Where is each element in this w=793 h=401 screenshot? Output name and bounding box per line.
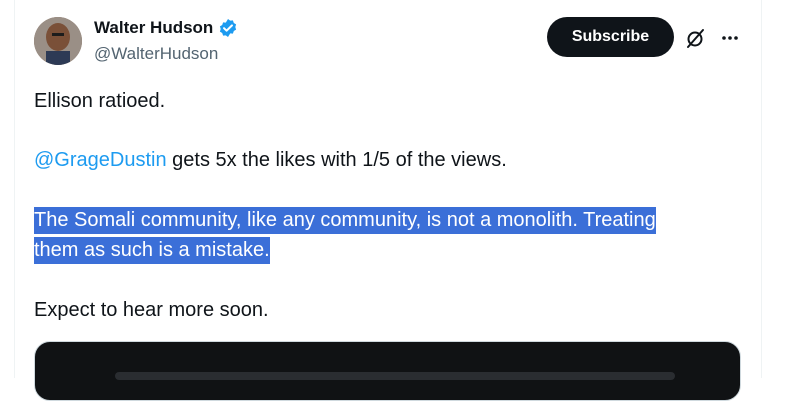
tweet-text-line: Ellison ratioed. bbox=[34, 90, 166, 112]
author-name[interactable]: Walter Hudson bbox=[94, 18, 213, 38]
selected-text: The Somali community, like any community… bbox=[34, 205, 656, 265]
selected-text-line: them as such is a mistake. bbox=[34, 237, 270, 264]
author-name-row[interactable]: Walter Hudson bbox=[94, 18, 238, 38]
tweet-text-line: Expect to hear more soon. bbox=[34, 299, 269, 321]
subscribe-button[interactable]: Subscribe bbox=[547, 17, 674, 57]
tweet-text-line: @GrageDustin gets 5x the likes with 1/5 … bbox=[34, 145, 507, 175]
media-preview bbox=[115, 372, 675, 380]
avatar[interactable] bbox=[34, 17, 82, 65]
verified-badge-icon bbox=[218, 18, 238, 38]
author-handle[interactable]: @WalterHudson bbox=[94, 44, 218, 64]
grok-icon[interactable] bbox=[684, 26, 708, 50]
selected-text-line: The Somali community, like any community… bbox=[34, 207, 656, 234]
mention-link[interactable]: @GrageDustin bbox=[34, 149, 167, 171]
media-attachment[interactable] bbox=[34, 341, 741, 401]
tweet-text-fragment: gets 5x the likes with 1/5 of the views. bbox=[166, 149, 507, 171]
more-icon[interactable] bbox=[718, 26, 742, 50]
